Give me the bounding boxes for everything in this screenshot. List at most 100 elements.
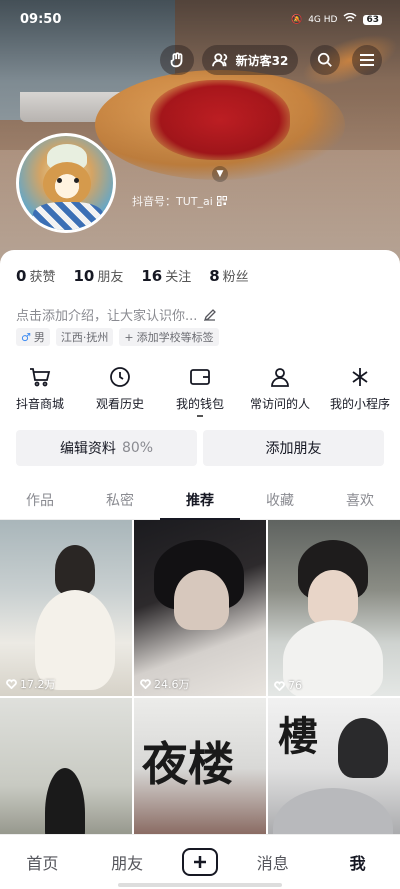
person-icon: [271, 368, 289, 387]
like-count: 24.6万: [140, 676, 190, 692]
cart-icon: [30, 368, 51, 387]
search-icon: [317, 52, 332, 67]
battery-level: 63: [363, 14, 382, 25]
tab-favorites[interactable]: 收藏: [240, 486, 320, 519]
mute-icon: 🔕: [290, 14, 303, 25]
video-grid: 17.2万 24.6万 76 夜楼 樓: [0, 520, 400, 874]
shortcut-mall[interactable]: 抖音商城: [0, 365, 80, 417]
location-tag[interactable]: 江西·抚州: [55, 328, 114, 346]
home-indicator: [118, 883, 282, 887]
shortcut-frequent-people[interactable]: 常访问的人: [240, 365, 320, 417]
profile-sheet: 0 获赞 10 朋友 16 关注 8 粉丝 点击添加介绍，让大家认识你... ♂ 男 江…: [0, 250, 400, 889]
bio-text: 点击添加介绍，让大家认识你...: [16, 309, 198, 324]
stat-value: 0: [16, 267, 27, 285]
visitors-label: 新访客32: [235, 53, 289, 68]
stat-label: 关注: [165, 270, 192, 285]
thumb-figure: [308, 570, 358, 625]
gender-tag[interactable]: ♂ 男: [16, 328, 50, 346]
tab-likes[interactable]: 喜欢: [320, 486, 400, 519]
video-thumbnail[interactable]: 17.2万: [0, 520, 132, 696]
avatar-scarf: [33, 202, 103, 230]
thumb-figure: [174, 570, 229, 630]
plus-icon: +: [124, 330, 134, 344]
profile-stats: 0 获赞 10 朋友 16 关注 8 粉丝: [16, 266, 249, 285]
clock-icon: [110, 367, 130, 387]
wifi-icon: [343, 12, 357, 26]
video-thumbnail[interactable]: 24.6万: [134, 520, 266, 696]
asterisk-icon: [352, 368, 368, 386]
location-label: 江西·抚州: [60, 331, 109, 344]
like-count-text: 24.6万: [154, 678, 190, 691]
tab-works[interactable]: 作品: [0, 486, 80, 519]
nav-me[interactable]: 我: [328, 850, 388, 874]
add-friend-button[interactable]: 添加朋友: [203, 430, 384, 466]
status-bar: 09:50 🔕 4G HD 63: [0, 0, 400, 40]
avatar[interactable]: [16, 133, 116, 233]
pencil-icon: [204, 308, 217, 321]
stat-label: 获赞: [29, 270, 56, 285]
stat-friends[interactable]: 10 朋友: [73, 266, 123, 285]
douyin-id[interactable]: 抖音号：TUT_ai: [132, 193, 227, 209]
tab-private[interactable]: 私密: [80, 486, 160, 519]
content-tabs: 作品 私密 推荐 收藏 喜欢: [0, 486, 400, 520]
shortcut-row: 抖音商城 观看历史 我的钱包 常访问的人 我的小程序: [0, 365, 400, 417]
stat-label: 朋友: [97, 270, 124, 285]
people-icon: [211, 53, 227, 67]
profile-tags: ♂ 男 江西·抚州 + 添加学校等标签: [16, 328, 219, 346]
stat-value: 8: [209, 267, 220, 285]
douyin-id-text: 抖音号：TUT_ai: [132, 195, 213, 208]
add-school-label: 添加学校等标签: [136, 331, 214, 344]
create-button[interactable]: [181, 848, 218, 876]
like-count-text: 76: [288, 679, 302, 692]
hand-icon: [170, 52, 183, 68]
search-button[interactable]: [310, 45, 340, 75]
heart-icon: [274, 680, 285, 691]
stat-likes: 0 获赞: [16, 266, 55, 285]
edit-profile-button[interactable]: 编辑资料 80%: [16, 430, 197, 466]
status-icons: 🔕 4G HD 63: [290, 12, 382, 26]
heart-icon: [140, 679, 151, 689]
thumb-figure: [338, 718, 388, 778]
stat-value: 16: [141, 267, 163, 285]
new-visitors-button[interactable]: 新访客32: [202, 45, 298, 75]
gender-label: 男: [33, 331, 45, 344]
shortcut-label: 我的小程序: [329, 397, 390, 411]
tab-recommended[interactable]: 推荐: [160, 486, 240, 520]
avatar-eye: [74, 178, 79, 183]
shortcut-wallet[interactable]: 我的钱包: [160, 365, 240, 417]
shortcut-label: 我的钱包: [175, 397, 224, 411]
stat-value: 10: [73, 267, 95, 285]
stat-following[interactable]: 16 关注: [141, 266, 191, 285]
bottom-nav: 首页 朋友 消息 我: [0, 834, 400, 889]
thumb-figure: [55, 545, 95, 595]
nav-friends[interactable]: 朋友: [97, 850, 157, 874]
avatar-face: [43, 162, 91, 206]
stat-followers[interactable]: 8 粉丝: [209, 266, 248, 285]
shortcut-mini-programs[interactable]: 我的小程序: [320, 365, 400, 417]
qrcode-icon: [216, 196, 227, 206]
profile-action-row: 编辑资料 80% 添加朋友: [16, 430, 384, 466]
shortcut-label: 观看历史: [95, 397, 144, 411]
wallet-icon: [190, 369, 210, 385]
bio-placeholder[interactable]: 点击添加介绍，让大家认识你...: [16, 305, 217, 324]
stat-label: 粉丝: [222, 270, 249, 285]
hand-icon-button[interactable]: [160, 45, 194, 75]
menu-icon: [360, 54, 374, 66]
like-count: 17.2万: [6, 676, 56, 692]
nav-home[interactable]: 首页: [12, 850, 72, 874]
video-thumbnail[interactable]: 76: [268, 520, 400, 696]
plus-icon: [193, 856, 206, 868]
network-label: 4G HD: [308, 14, 338, 25]
shortcut-history[interactable]: 观看历史: [80, 365, 160, 417]
heart-icon: [6, 679, 17, 689]
thumb-figure: [35, 590, 115, 690]
nav-messages[interactable]: 消息: [243, 850, 303, 874]
edit-profile-percent: 80%: [121, 440, 154, 456]
shortcut-label: 常访问的人: [249, 397, 310, 411]
menu-button[interactable]: [352, 45, 382, 75]
like-count-text: 17.2万: [20, 678, 56, 691]
add-school-tag[interactable]: + 添加学校等标签: [119, 328, 219, 346]
chevron-down-icon[interactable]: ▼: [212, 166, 228, 182]
edit-profile-label: 编辑资料: [59, 441, 116, 457]
calligraphy-art: 樓: [278, 713, 318, 760]
